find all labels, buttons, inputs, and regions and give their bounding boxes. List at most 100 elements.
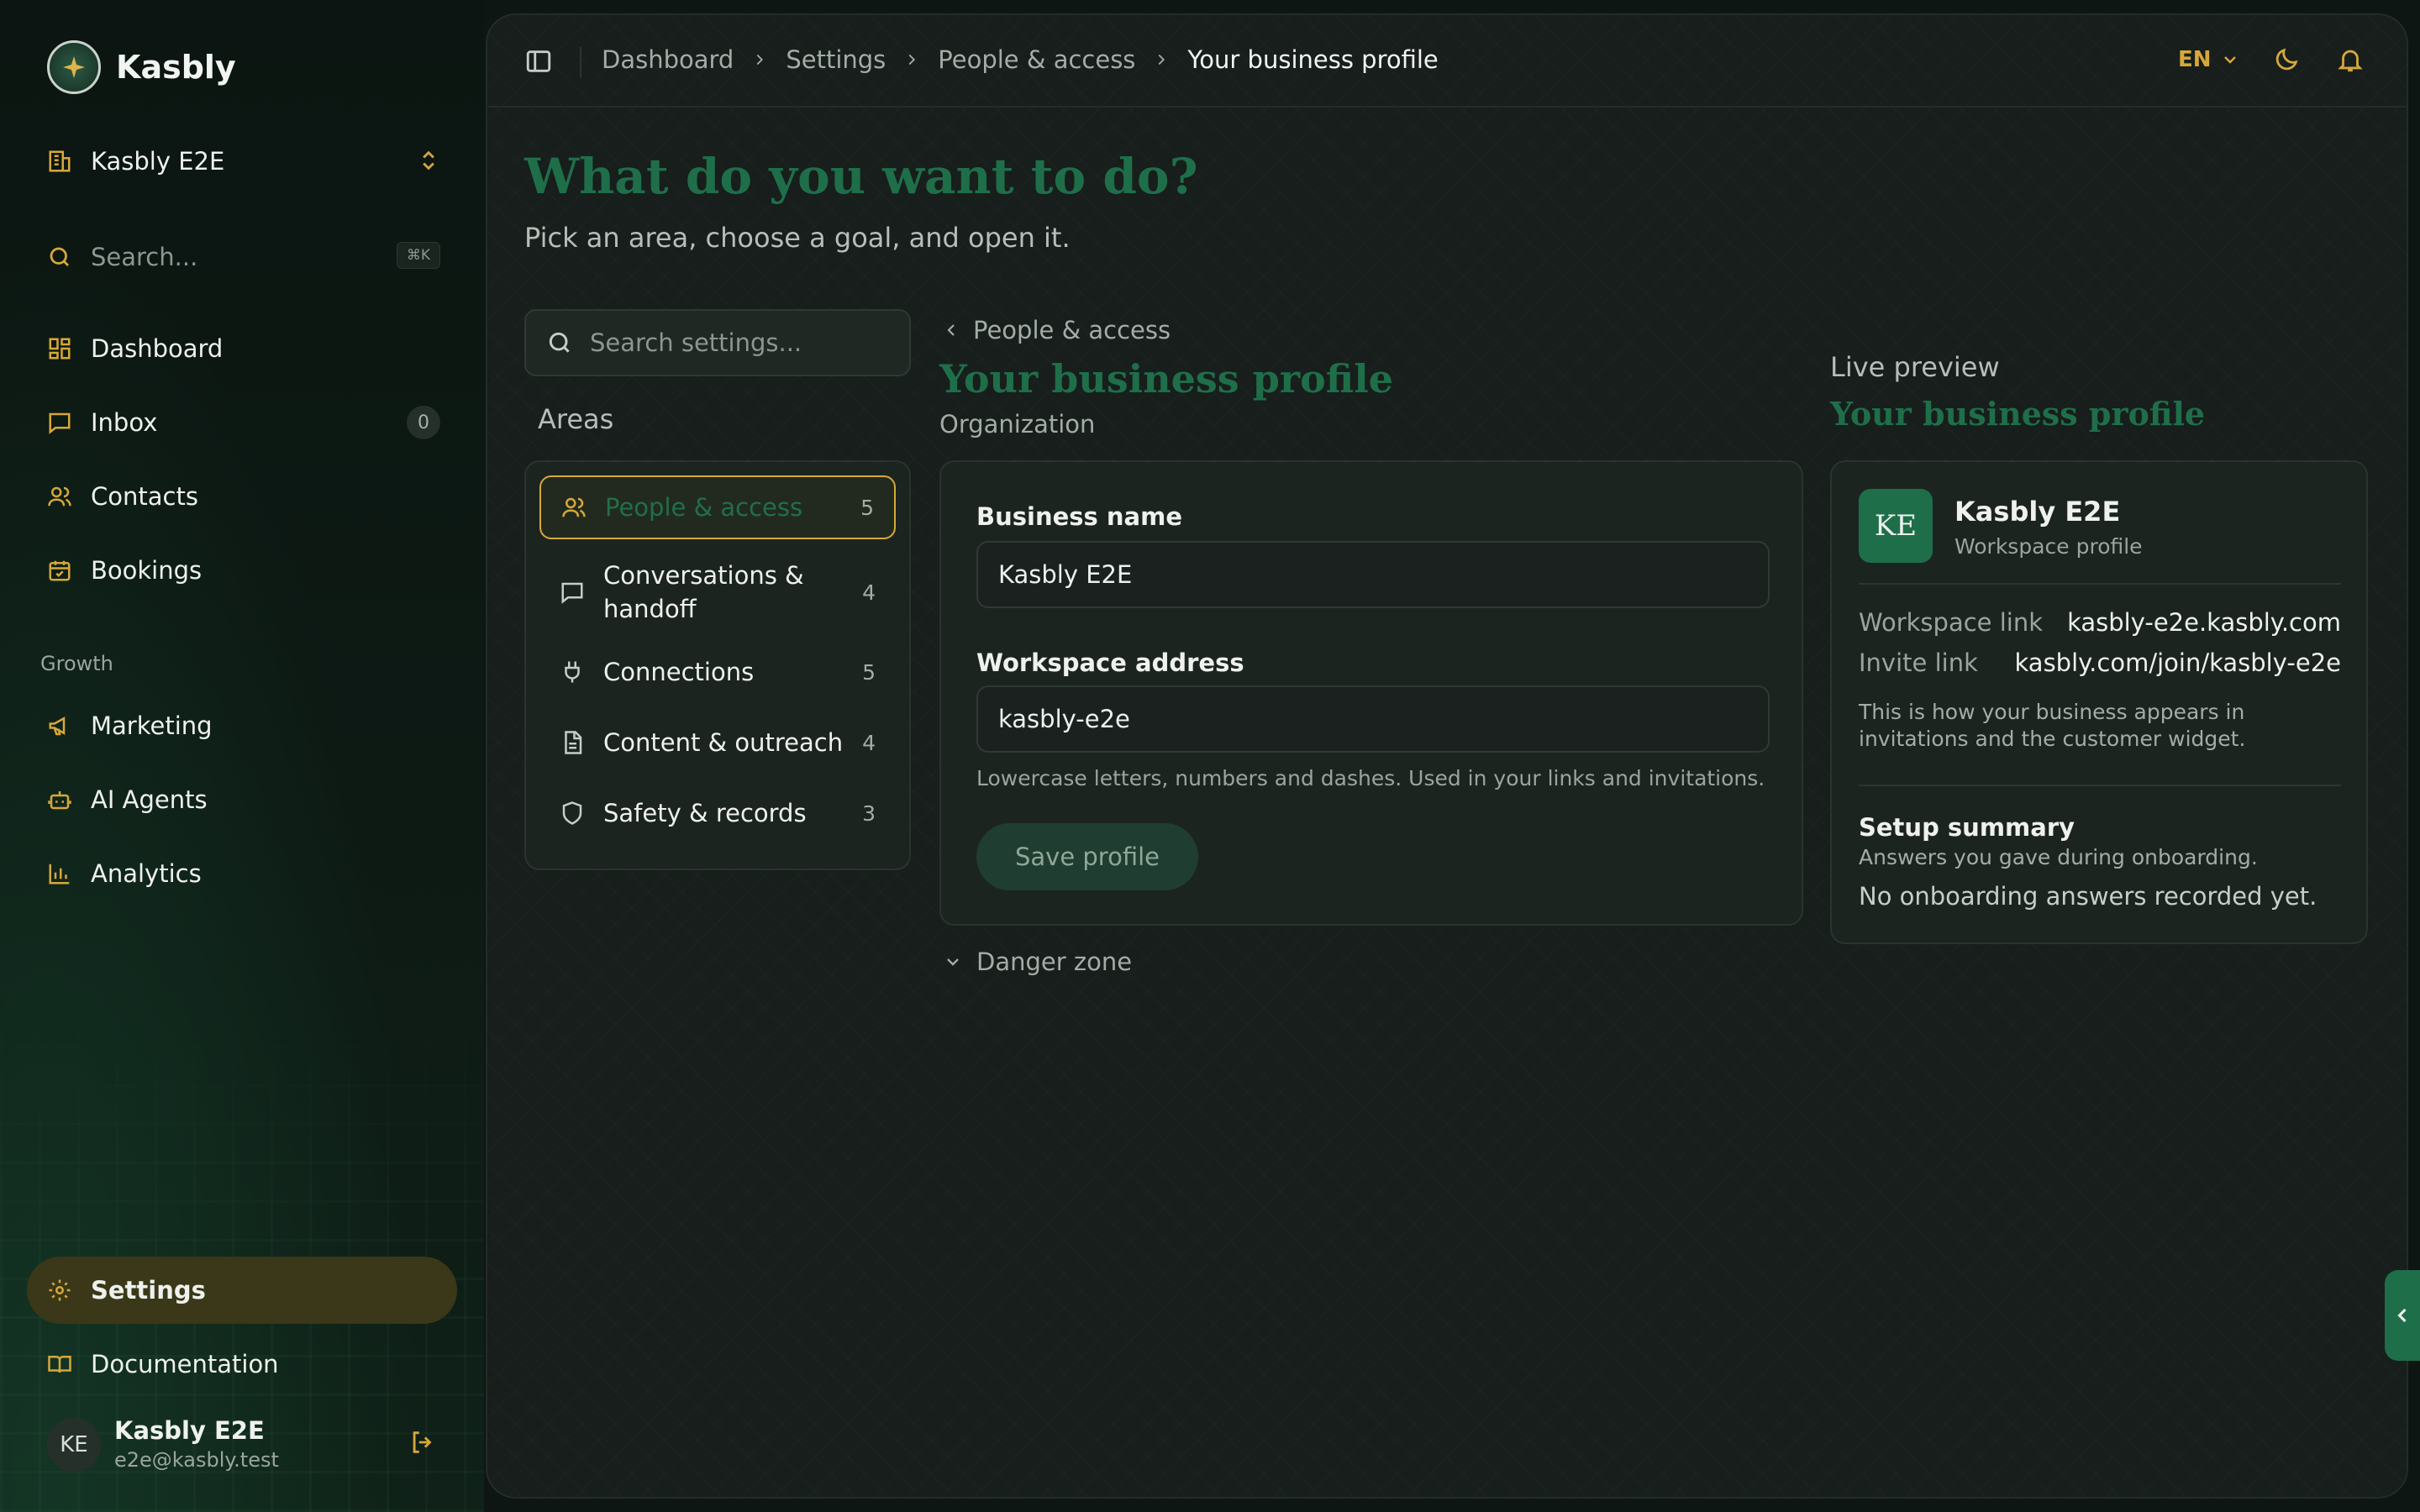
chevron-down-icon bbox=[947, 958, 959, 966]
areas-list: People & access 5 Conversations & handof… bbox=[524, 460, 911, 870]
invite-link-label: Invite link bbox=[1859, 648, 1978, 677]
sidebar-item-documentation[interactable]: Documentation bbox=[47, 1342, 440, 1386]
setup-summary-empty: No onboarding answers recorded yet. bbox=[1859, 882, 2317, 911]
setup-summary-subtitle: Answers you gave during onboarding. bbox=[1859, 845, 2258, 869]
business-profile-form: Business name Workspace address Lowercas… bbox=[939, 460, 1803, 926]
avatar: KE bbox=[47, 1418, 101, 1472]
chevron-down-icon bbox=[2223, 56, 2236, 64]
area-item-count: 4 bbox=[862, 730, 876, 755]
areas-heading: Areas bbox=[538, 403, 614, 435]
area-item-safety-records[interactable]: Safety & records 3 bbox=[539, 785, 896, 842]
sidebar-search-placeholder: Search... bbox=[91, 243, 198, 271]
area-item-connections[interactable]: Connections 5 bbox=[539, 643, 896, 701]
area-item-label: Connections bbox=[603, 658, 755, 686]
sidebar-item-marketing[interactable]: Marketing bbox=[47, 704, 440, 748]
area-item-label: Conversations & handoff bbox=[603, 561, 804, 623]
sidebar-item-label: Contacts bbox=[91, 482, 198, 511]
inbox-count-badge: 0 bbox=[407, 406, 440, 439]
users-icon bbox=[48, 486, 71, 507]
divider bbox=[1859, 785, 2341, 786]
brand[interactable]: Kasbly bbox=[47, 40, 236, 94]
workspace-address-hint: Lowercase letters, numbers and dashes. U… bbox=[976, 766, 1765, 790]
danger-zone-label: Danger zone bbox=[976, 948, 1133, 976]
workspace-link-row: Workspace link kasbly-e2e.kasbly.com bbox=[1859, 608, 2341, 637]
kasbly-logo-icon bbox=[47, 40, 101, 94]
settings-search-input[interactable]: Search settings... bbox=[524, 309, 911, 376]
chat-icon bbox=[561, 582, 583, 604]
breadcrumb-people-access[interactable]: People & access bbox=[938, 45, 1135, 74]
breadcrumb-dashboard[interactable]: Dashboard bbox=[602, 45, 734, 74]
page-subtitle: Pick an area, choose a goal, and open it… bbox=[524, 222, 1071, 254]
search-icon bbox=[50, 247, 69, 266]
area-item-people-access[interactable]: People & access 5 bbox=[539, 475, 896, 539]
users-icon bbox=[562, 497, 586, 517]
area-item-conversations-handoff[interactable]: Conversations & handoff 4 bbox=[539, 554, 896, 630]
sidebar-item-bookings[interactable]: Bookings bbox=[47, 549, 440, 592]
workspace-address-input[interactable] bbox=[976, 685, 1770, 753]
sidebar-item-contacts[interactable]: Contacts bbox=[47, 475, 440, 518]
chevron-right-icon bbox=[908, 54, 916, 66]
language-label: EN bbox=[2178, 47, 2212, 72]
chevron-right-icon bbox=[756, 54, 764, 66]
preview-profile-type: Workspace profile bbox=[1954, 534, 2143, 559]
sidebar-item-inbox[interactable]: Inbox 0 bbox=[47, 401, 440, 444]
sidebar-item-label: Marketing bbox=[91, 711, 213, 740]
language-selector[interactable]: EN bbox=[2178, 47, 2240, 72]
calendar-icon bbox=[49, 560, 71, 581]
megaphone-icon bbox=[49, 717, 66, 736]
document-icon bbox=[565, 731, 582, 754]
sidebar-item-label: Settings bbox=[91, 1276, 206, 1305]
sidebar-item-label: Documentation bbox=[91, 1350, 279, 1378]
plug-icon bbox=[565, 661, 580, 683]
sidebar-item-label: AI Agents bbox=[91, 785, 208, 814]
area-item-content-outreach[interactable]: Content & outreach 4 bbox=[539, 714, 896, 771]
user-profile[interactable]: KE Kasbly E2E e2e@kasbly.test bbox=[47, 1416, 440, 1475]
live-preview-card: KE Kasbly E2E Workspace profile Workspac… bbox=[1830, 460, 2368, 944]
sidebar-item-settings[interactable]: Settings bbox=[47, 1268, 440, 1312]
danger-zone-toggle[interactable]: Danger zone bbox=[943, 948, 1132, 976]
area-item-count: 5 bbox=[862, 659, 876, 685]
chevron-left-icon bbox=[947, 324, 955, 336]
logout-icon[interactable] bbox=[408, 1428, 437, 1457]
workspace-address-label: Workspace address bbox=[976, 648, 1244, 677]
sidebar-item-ai-agents[interactable]: AI Agents bbox=[47, 778, 440, 822]
business-name-input[interactable] bbox=[976, 541, 1770, 608]
dashboard-icon bbox=[49, 338, 71, 360]
save-profile-button[interactable]: Save profile bbox=[976, 823, 1198, 890]
avatar: KE bbox=[1859, 489, 1933, 563]
building-icon bbox=[49, 150, 71, 172]
preview-note: This is how your business appears in inv… bbox=[1859, 700, 2246, 751]
area-item-label: Safety & records bbox=[603, 799, 807, 827]
collapse-panel-tab[interactable] bbox=[2385, 1270, 2420, 1361]
workspace-link-label: Workspace link bbox=[1859, 608, 2044, 637]
moon-icon[interactable] bbox=[2272, 45, 2301, 74]
page-title: What do you want to do? bbox=[524, 148, 1198, 205]
area-item-count: 4 bbox=[862, 580, 876, 605]
sidebar-search[interactable]: Search... ⌘K bbox=[47, 239, 440, 276]
user-name: Kasbly E2E bbox=[114, 1416, 265, 1445]
user-email: e2e@kasbly.test bbox=[114, 1448, 279, 1472]
sidebar-item-label: Inbox bbox=[91, 408, 158, 437]
sidebar-toggle-icon[interactable] bbox=[524, 47, 553, 76]
sidebar-item-label: Analytics bbox=[91, 859, 202, 888]
bell-icon[interactable] bbox=[2336, 45, 2365, 74]
breadcrumb-settings[interactable]: Settings bbox=[786, 45, 886, 74]
sidebar-item-dashboard[interactable]: Dashboard bbox=[47, 327, 440, 370]
back-to-people-access-link[interactable]: People & access bbox=[943, 316, 1171, 344]
sidebar-item-analytics[interactable]: Analytics bbox=[47, 852, 440, 895]
sidebar-item-label: Dashboard bbox=[91, 334, 224, 363]
invite-link-row: Invite link kasbly.com/join/kasbly-e2e bbox=[1859, 648, 2341, 677]
preview-business-name: Kasbly E2E bbox=[1954, 496, 2121, 528]
workspace-switcher[interactable]: Kasbly E2E bbox=[47, 143, 440, 180]
setup-summary-title: Setup summary bbox=[1859, 813, 2075, 842]
live-preview-title: Your business profile bbox=[1830, 395, 2206, 433]
back-link-label: People & access bbox=[973, 316, 1171, 344]
topbar-divider bbox=[580, 47, 581, 77]
chevron-left-icon bbox=[2397, 1308, 2407, 1323]
sidebar-item-label: Bookings bbox=[91, 556, 203, 585]
chevron-updown-icon bbox=[423, 150, 434, 171]
search-shortcut-badge: ⌘K bbox=[397, 242, 440, 269]
business-name-label: Business name bbox=[976, 502, 1182, 531]
message-icon bbox=[49, 412, 71, 434]
area-item-count: 5 bbox=[860, 495, 874, 520]
